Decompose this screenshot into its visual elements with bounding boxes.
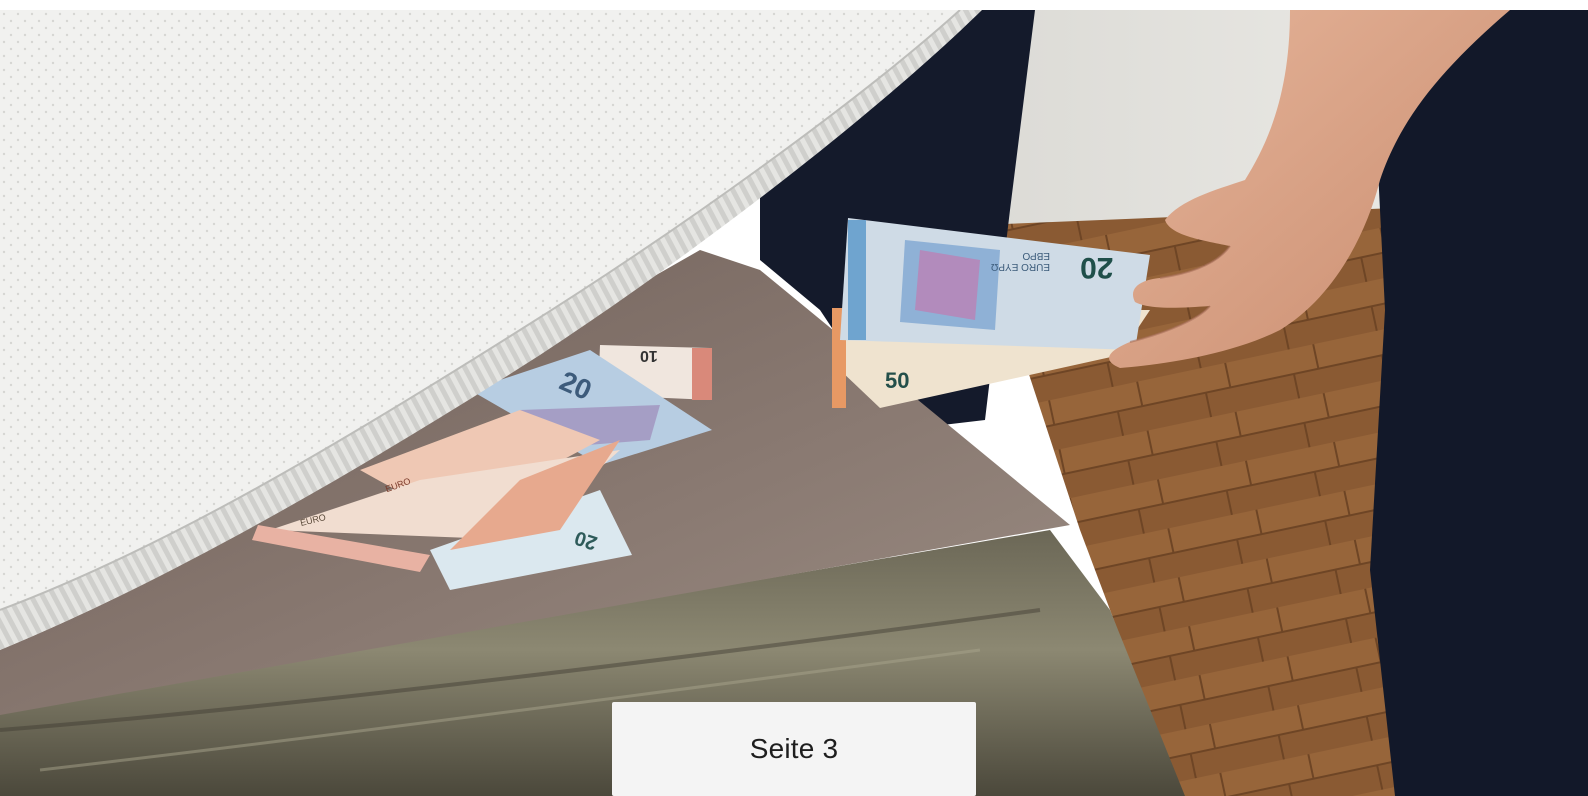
- photo-viewport: 20 EURO ΕΥΡΩ ЕВРО 50 10 20 20 EURO EURO …: [0, 10, 1588, 796]
- page-label-text: Seite 3: [749, 733, 839, 764]
- hero-photo: [0, 10, 1588, 796]
- page-label: Seite 3: [612, 702, 976, 796]
